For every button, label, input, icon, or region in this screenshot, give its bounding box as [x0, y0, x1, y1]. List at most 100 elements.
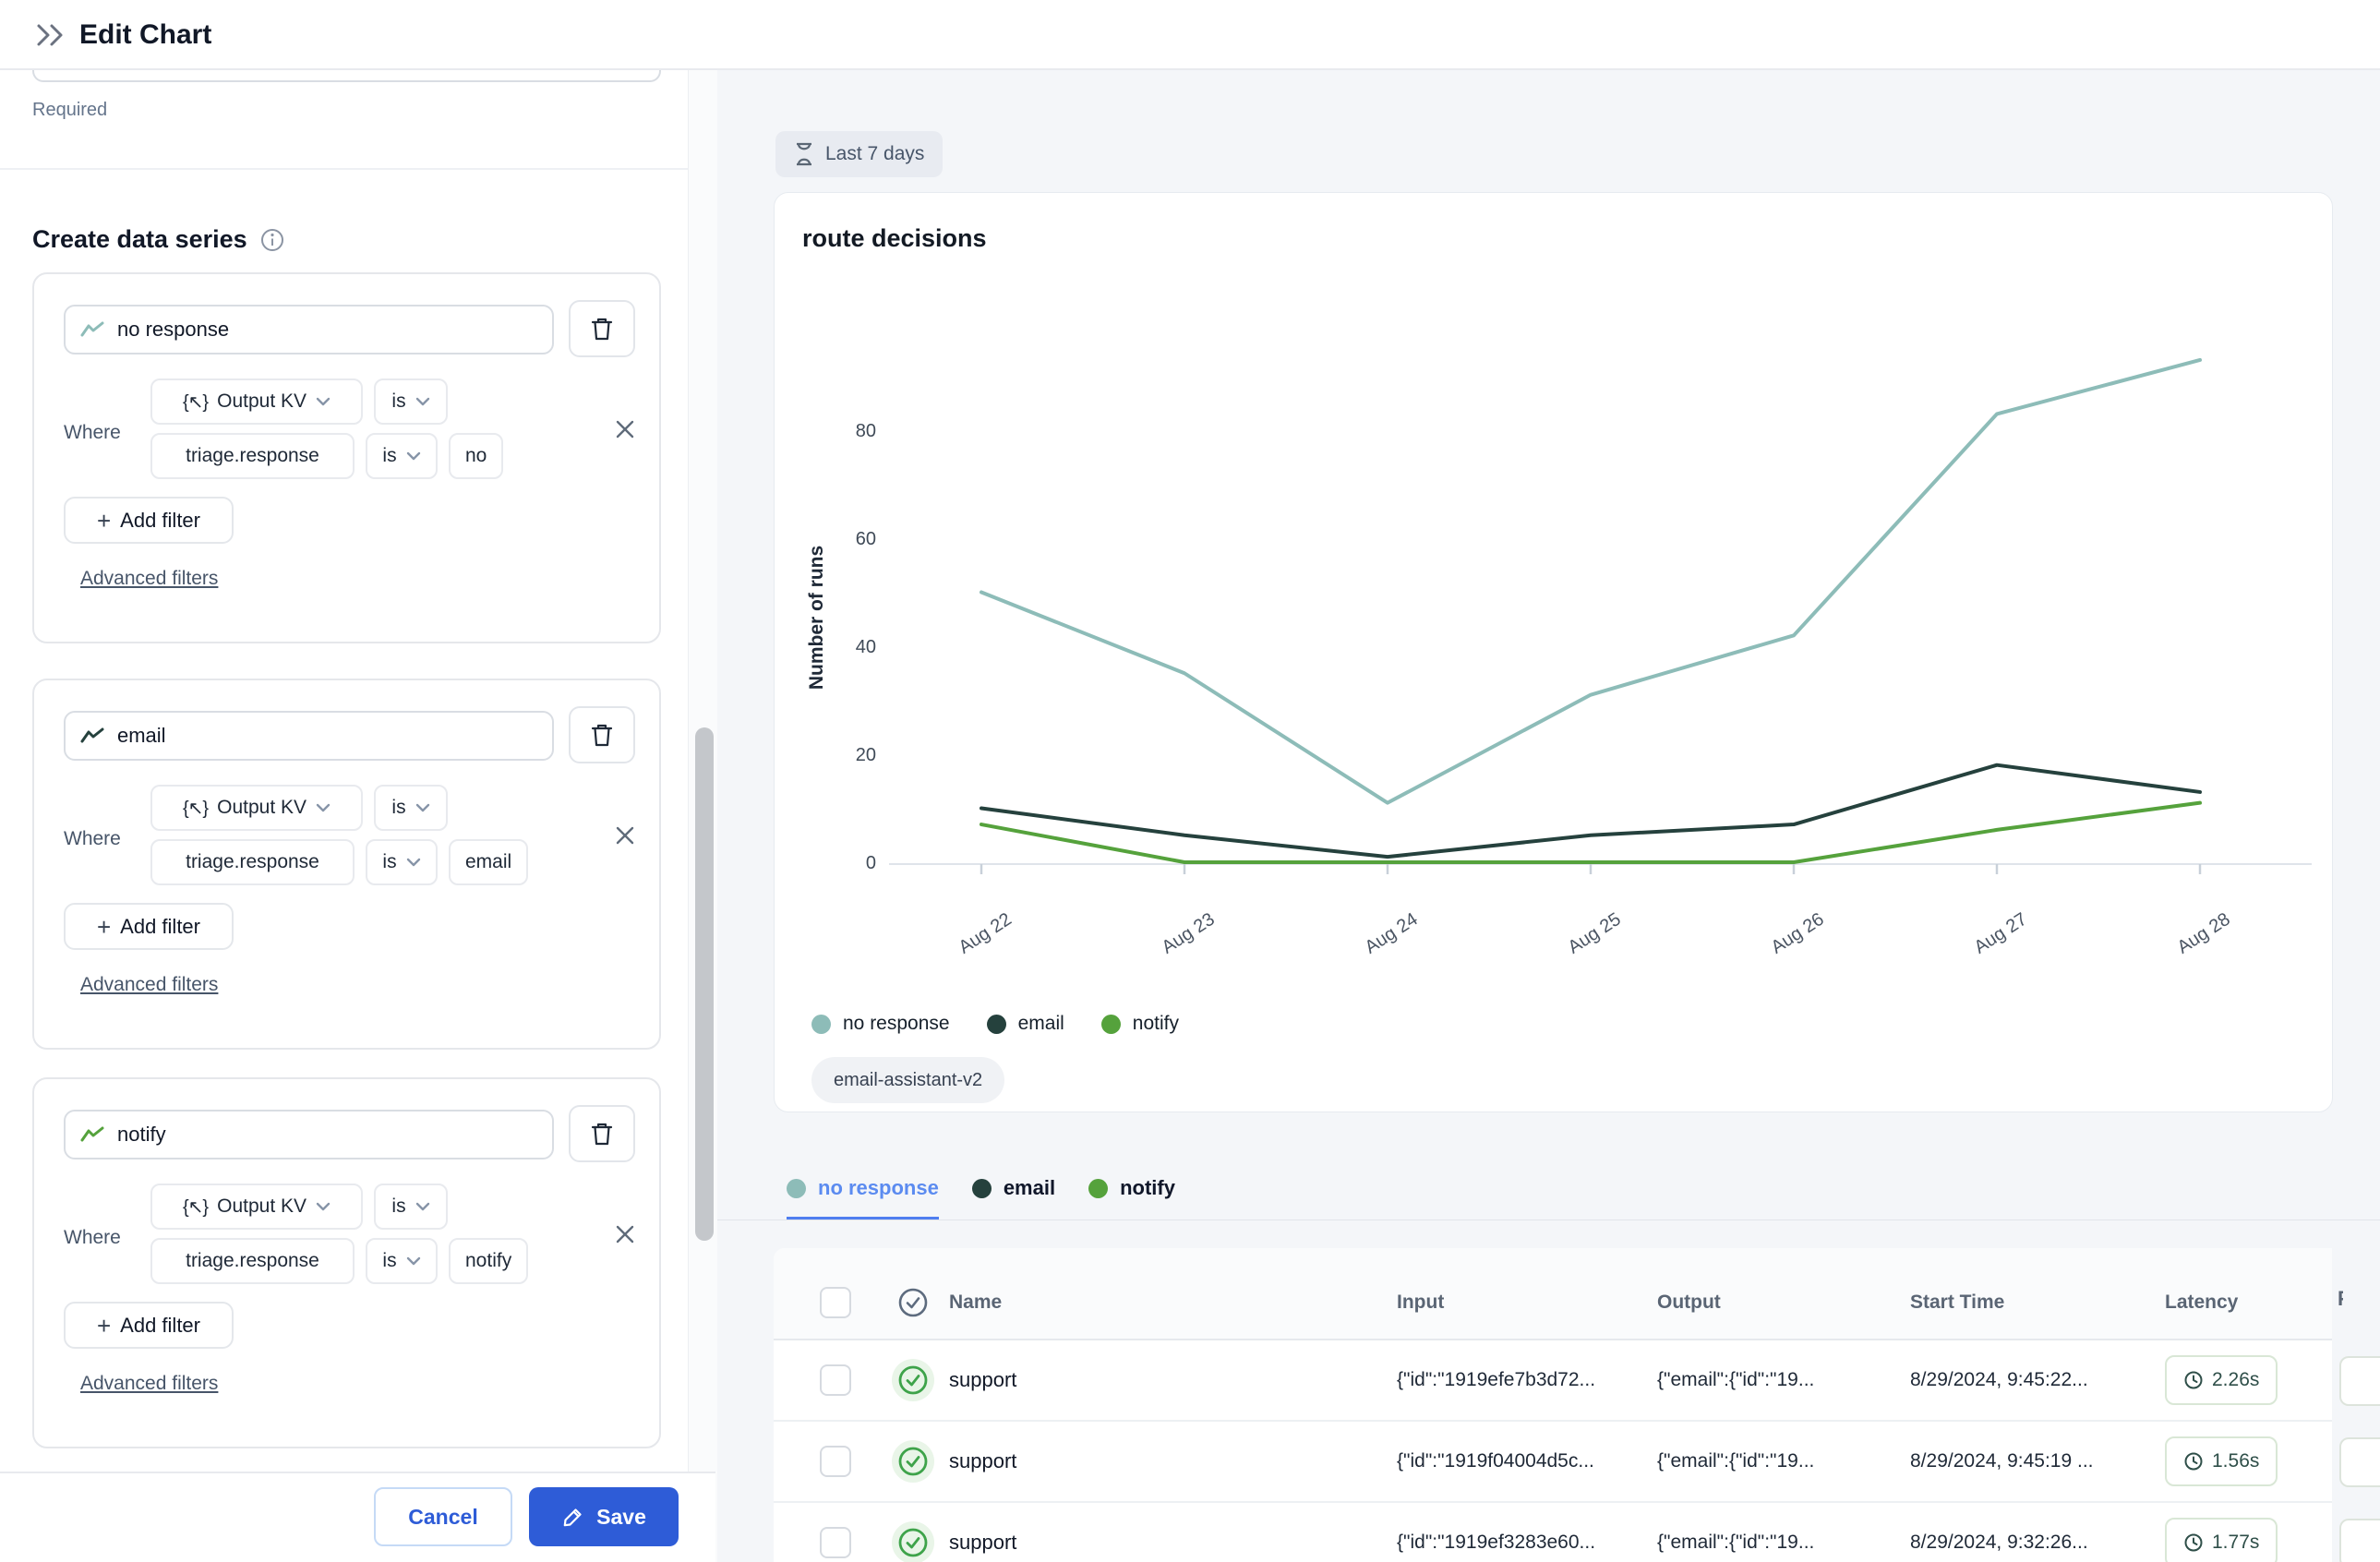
chip-label: is	[382, 445, 396, 467]
series-name-input[interactable]: no response	[64, 305, 554, 354]
advanced-filters-link[interactable]: Advanced filters	[80, 1373, 218, 1395]
delete-series-button[interactable]	[569, 300, 635, 357]
filter-operator-chip[interactable]: is	[374, 785, 448, 831]
series-line-email	[981, 765, 2200, 857]
save-button-label: Save	[596, 1505, 646, 1530]
run-input: {"id":"1919ef3283e60...	[1397, 1532, 1657, 1554]
chip-label: is	[391, 390, 405, 413]
column-header-output: Output	[1657, 1292, 1910, 1314]
filter-key-operator-chip[interactable]: is	[366, 433, 438, 479]
chip-label: is	[391, 1196, 405, 1218]
sidebar-scroll-track[interactable]	[688, 70, 717, 1562]
filter-value: no	[465, 445, 487, 467]
table-row[interactable]: support{"id":"1919f04004d5c...{"email":{…	[774, 1422, 2332, 1503]
filter-value-chip[interactable]: email	[449, 839, 528, 885]
tab-dot	[972, 1179, 992, 1198]
where-label: Where	[64, 1227, 121, 1249]
row-checkbox[interactable]	[820, 1364, 851, 1396]
y-tick-label: 60	[856, 529, 876, 549]
series-name-input[interactable]: notify	[64, 1110, 554, 1159]
remove-filter-icon[interactable]	[610, 821, 640, 850]
chevron-down-icon	[406, 451, 421, 461]
plus-icon: +	[97, 509, 111, 533]
chevron-down-icon	[415, 397, 430, 406]
filter-value-chip[interactable]: no	[449, 433, 503, 479]
line-series-icon	[80, 727, 104, 745]
filter-key-chip[interactable]: triage.response	[150, 433, 355, 479]
delete-series-button[interactable]	[569, 1105, 635, 1162]
tab-label: notify	[1120, 1176, 1175, 1200]
save-button[interactable]: Save	[529, 1487, 679, 1546]
table-row[interactable]: support{"id":"1919efe7b3d72...{"email":{…	[774, 1340, 2332, 1422]
chevron-down-icon	[415, 1202, 430, 1211]
success-status-icon	[892, 1521, 934, 1562]
legend-dot	[811, 1015, 831, 1034]
latency-value: 1.77s	[2212, 1532, 2259, 1554]
line-series-icon	[80, 1125, 104, 1144]
add-filter-button[interactable]: +Add filter	[64, 1302, 234, 1349]
plus-icon: +	[97, 915, 111, 939]
legend-label: notify	[1133, 1013, 1179, 1035]
filter-field-chip[interactable]: {↖}Output KV	[150, 1184, 363, 1230]
run-name: support	[949, 1368, 1397, 1392]
legend-item-email[interactable]: email	[987, 1013, 1064, 1035]
series-name-value: notify	[117, 1123, 166, 1147]
remove-filter-icon[interactable]	[610, 1220, 640, 1249]
filter-key-operator-chip[interactable]: is	[366, 839, 438, 885]
add-filter-button[interactable]: + Add filter	[64, 497, 234, 544]
remove-filter-icon[interactable]	[610, 415, 640, 444]
chip-label: is	[382, 1250, 396, 1272]
output-kv-icon: {↖}	[183, 390, 208, 414]
truncated-field-input[interactable]	[32, 70, 661, 82]
filter-key-operator-chip[interactable]: is	[366, 1238, 438, 1284]
delete-series-button[interactable]	[569, 706, 635, 763]
create-data-series-title: Create data series	[32, 225, 247, 254]
chip-label: is	[382, 851, 396, 873]
row-checkbox[interactable]	[820, 1527, 851, 1558]
clipped-cell-chip	[2339, 1437, 2380, 1487]
section-divider	[0, 168, 715, 170]
info-icon[interactable]	[260, 228, 284, 252]
filter-key-chip[interactable]: triage.response	[150, 839, 355, 885]
add-filter-button[interactable]: + Add filter	[64, 903, 234, 950]
clipped-next-column: F	[2332, 1248, 2380, 1562]
advanced-filters-link[interactable]: Advanced filters	[80, 974, 218, 996]
column-header-start-time: Start Time	[1910, 1292, 2165, 1314]
row-checkbox[interactable]	[820, 1446, 851, 1477]
chip-label: Output KV	[217, 1196, 307, 1218]
run-name: support	[949, 1531, 1397, 1555]
tab-no-response[interactable]: no response	[787, 1165, 939, 1220]
tab-dot	[1088, 1179, 1108, 1198]
page-title: Edit Chart	[79, 0, 211, 70]
cancel-button[interactable]: Cancel	[374, 1487, 512, 1546]
sidebar-scroll-thumb[interactable]	[695, 727, 714, 1241]
run-start-time: 8/29/2024, 9:45:19 ...	[1910, 1450, 2165, 1472]
add-filter-label: Add filter	[120, 509, 200, 533]
add-filter-label: Add filter	[120, 915, 200, 939]
column-header-latency: Latency	[2165, 1292, 2332, 1314]
time-range-chip[interactable]: Last 7 days	[775, 131, 943, 177]
collapse-panel-icon[interactable]	[35, 19, 68, 51]
select-all-checkbox[interactable]	[820, 1287, 851, 1318]
filter-field-chip[interactable]: {↖}Output KV	[150, 378, 363, 425]
filter-operator-chip[interactable]: is	[374, 1184, 448, 1230]
tab-email[interactable]: email	[972, 1165, 1055, 1220]
advanced-filters-link[interactable]: Advanced filters	[80, 568, 218, 590]
legend-item-no-response[interactable]: no response	[811, 1013, 950, 1035]
clipped-cell-chip	[2339, 1519, 2380, 1562]
series-name-input[interactable]: email	[64, 711, 554, 761]
series-line-no-response	[981, 360, 2200, 803]
y-tick-label: 20	[856, 745, 876, 765]
series-card-no-response: no responseWhere{↖}Output KVistriage.res…	[32, 272, 661, 643]
chart-card: Number of runs020406080Aug 22Aug 23Aug 2…	[774, 192, 2333, 1112]
filter-key-chip[interactable]: triage.response	[150, 1238, 355, 1284]
tab-notify[interactable]: notify	[1088, 1165, 1175, 1220]
table-row[interactable]: support{"id":"1919ef3283e60...{"email":{…	[774, 1503, 2332, 1562]
filter-operator-chip[interactable]: is	[374, 378, 448, 425]
x-tick-label: Aug 23	[1159, 909, 1219, 958]
run-start-time: 8/29/2024, 9:32:26...	[1910, 1532, 2165, 1554]
run-input: {"id":"1919f04004d5c...	[1397, 1450, 1657, 1472]
filter-field-chip[interactable]: {↖}Output KV	[150, 785, 363, 831]
legend-item-notify[interactable]: notify	[1101, 1013, 1179, 1035]
filter-value-chip[interactable]: notify	[449, 1238, 528, 1284]
